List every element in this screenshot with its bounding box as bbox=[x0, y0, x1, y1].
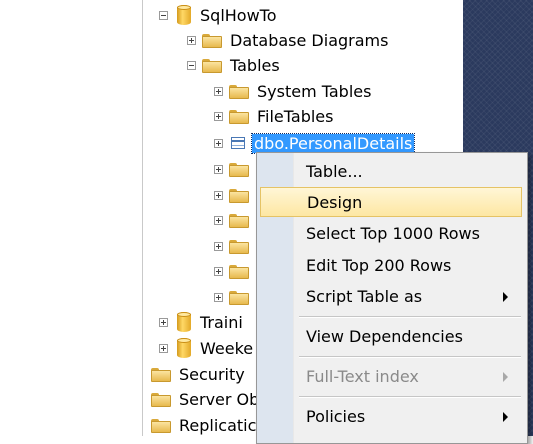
tree-node-server-security[interactable]: Security bbox=[151, 363, 245, 385]
folder-icon bbox=[229, 213, 249, 228]
menu-item-select-top-rows[interactable]: Select Top 1000 Rows bbox=[260, 218, 522, 248]
expand-icon[interactable] bbox=[187, 35, 196, 45]
expand-icon[interactable] bbox=[214, 190, 223, 200]
menu-item-edit-top-rows[interactable]: Edit Top 200 Rows bbox=[260, 250, 522, 280]
collapse-icon[interactable] bbox=[187, 60, 196, 70]
expand-icon[interactable] bbox=[214, 215, 223, 225]
tree-node-tables[interactable]: Tables bbox=[187, 54, 280, 76]
tree-node-label: Security bbox=[179, 364, 245, 384]
database-icon bbox=[177, 5, 191, 25]
menu-item-design[interactable]: Design bbox=[260, 187, 522, 217]
tree-node-sqlhowto[interactable]: SqlHowTo bbox=[159, 4, 277, 26]
tree-node-label: Traini bbox=[200, 312, 243, 332]
expand-icon[interactable] bbox=[214, 86, 223, 96]
expand-icon[interactable] bbox=[214, 111, 223, 121]
tree-node-database-training[interactable]: Traini bbox=[159, 311, 243, 333]
expand-icon[interactable] bbox=[214, 266, 223, 276]
database-icon bbox=[177, 312, 191, 332]
collapse-icon[interactable] bbox=[159, 10, 168, 20]
menu-separator bbox=[299, 356, 521, 358]
tree-node-system-tables[interactable]: System Tables bbox=[214, 80, 371, 102]
folder-icon bbox=[202, 58, 222, 73]
tree-node-label: SqlHowTo bbox=[200, 5, 277, 25]
menu-separator bbox=[299, 316, 521, 318]
submenu-arrow-icon bbox=[503, 412, 508, 422]
menu-separator bbox=[299, 396, 521, 398]
folder-icon bbox=[229, 84, 249, 99]
tree-node-label: Server Ob bbox=[179, 389, 260, 409]
folder-icon bbox=[229, 290, 249, 305]
tree-node-replication[interactable]: Replicatic bbox=[151, 414, 256, 436]
tree-node-filetables[interactable]: FileTables bbox=[214, 105, 333, 127]
menu-item-label: Table... bbox=[306, 161, 363, 181]
expand-icon[interactable] bbox=[159, 343, 168, 353]
tree-node-label: dbo.PersonalDetails bbox=[250, 132, 416, 154]
folder-icon bbox=[229, 188, 249, 203]
tree-node-label: System Tables bbox=[257, 81, 372, 101]
menu-item-label: Full-Text index bbox=[306, 366, 419, 386]
expand-icon[interactable] bbox=[159, 317, 168, 327]
context-menu: Table... Design Select Top 1000 Rows Edi… bbox=[256, 152, 528, 444]
menu-item-label: Policies bbox=[306, 406, 366, 426]
tree-node-label: Weeke bbox=[200, 338, 254, 358]
menu-item-label: Edit Top 200 Rows bbox=[306, 255, 452, 275]
tree-node-personal-details[interactable]: dbo.PersonalDetails bbox=[214, 132, 416, 154]
menu-item-label: View Dependencies bbox=[306, 326, 463, 346]
expand-icon[interactable] bbox=[214, 241, 223, 251]
folder-icon bbox=[229, 109, 249, 124]
menu-item-policies[interactable]: Policies bbox=[260, 401, 522, 431]
tree-node-server-objects[interactable]: Server Ob bbox=[151, 388, 259, 410]
expand-icon[interactable] bbox=[214, 292, 223, 302]
tree-node-label: Tables bbox=[230, 55, 280, 75]
menu-item-label: Design bbox=[307, 192, 363, 212]
menu-item-full-text-index: Full-Text index bbox=[260, 361, 522, 391]
tree-node-label: Replicatic bbox=[179, 415, 257, 435]
expand-icon[interactable] bbox=[214, 138, 223, 148]
submenu-arrow-icon bbox=[503, 372, 508, 382]
menu-item-label: Script Table as bbox=[306, 286, 423, 306]
tree-node-database-weekend[interactable]: Weeke bbox=[159, 337, 253, 359]
expand-icon[interactable] bbox=[214, 164, 223, 174]
folder-icon bbox=[151, 367, 171, 382]
menu-item-view-dependencies[interactable]: View Dependencies bbox=[260, 321, 522, 351]
menu-item-script-table-as[interactable]: Script Table as bbox=[260, 281, 522, 311]
tree-node-label: Database Diagrams bbox=[230, 30, 389, 50]
folder-icon bbox=[229, 264, 249, 279]
menu-item-label: Select Top 1000 Rows bbox=[306, 223, 480, 243]
submenu-arrow-icon bbox=[503, 292, 508, 302]
folder-icon bbox=[229, 239, 249, 254]
table-icon bbox=[231, 137, 245, 149]
tree-node-label: FileTables bbox=[257, 106, 334, 126]
folder-icon bbox=[151, 392, 171, 407]
folder-icon bbox=[229, 162, 249, 177]
menu-item-new-table[interactable]: Table... bbox=[260, 156, 522, 186]
folder-icon bbox=[151, 418, 171, 433]
tree-node-database-diagrams[interactable]: Database Diagrams bbox=[187, 29, 388, 51]
folder-icon bbox=[202, 33, 222, 48]
database-icon bbox=[177, 338, 191, 358]
